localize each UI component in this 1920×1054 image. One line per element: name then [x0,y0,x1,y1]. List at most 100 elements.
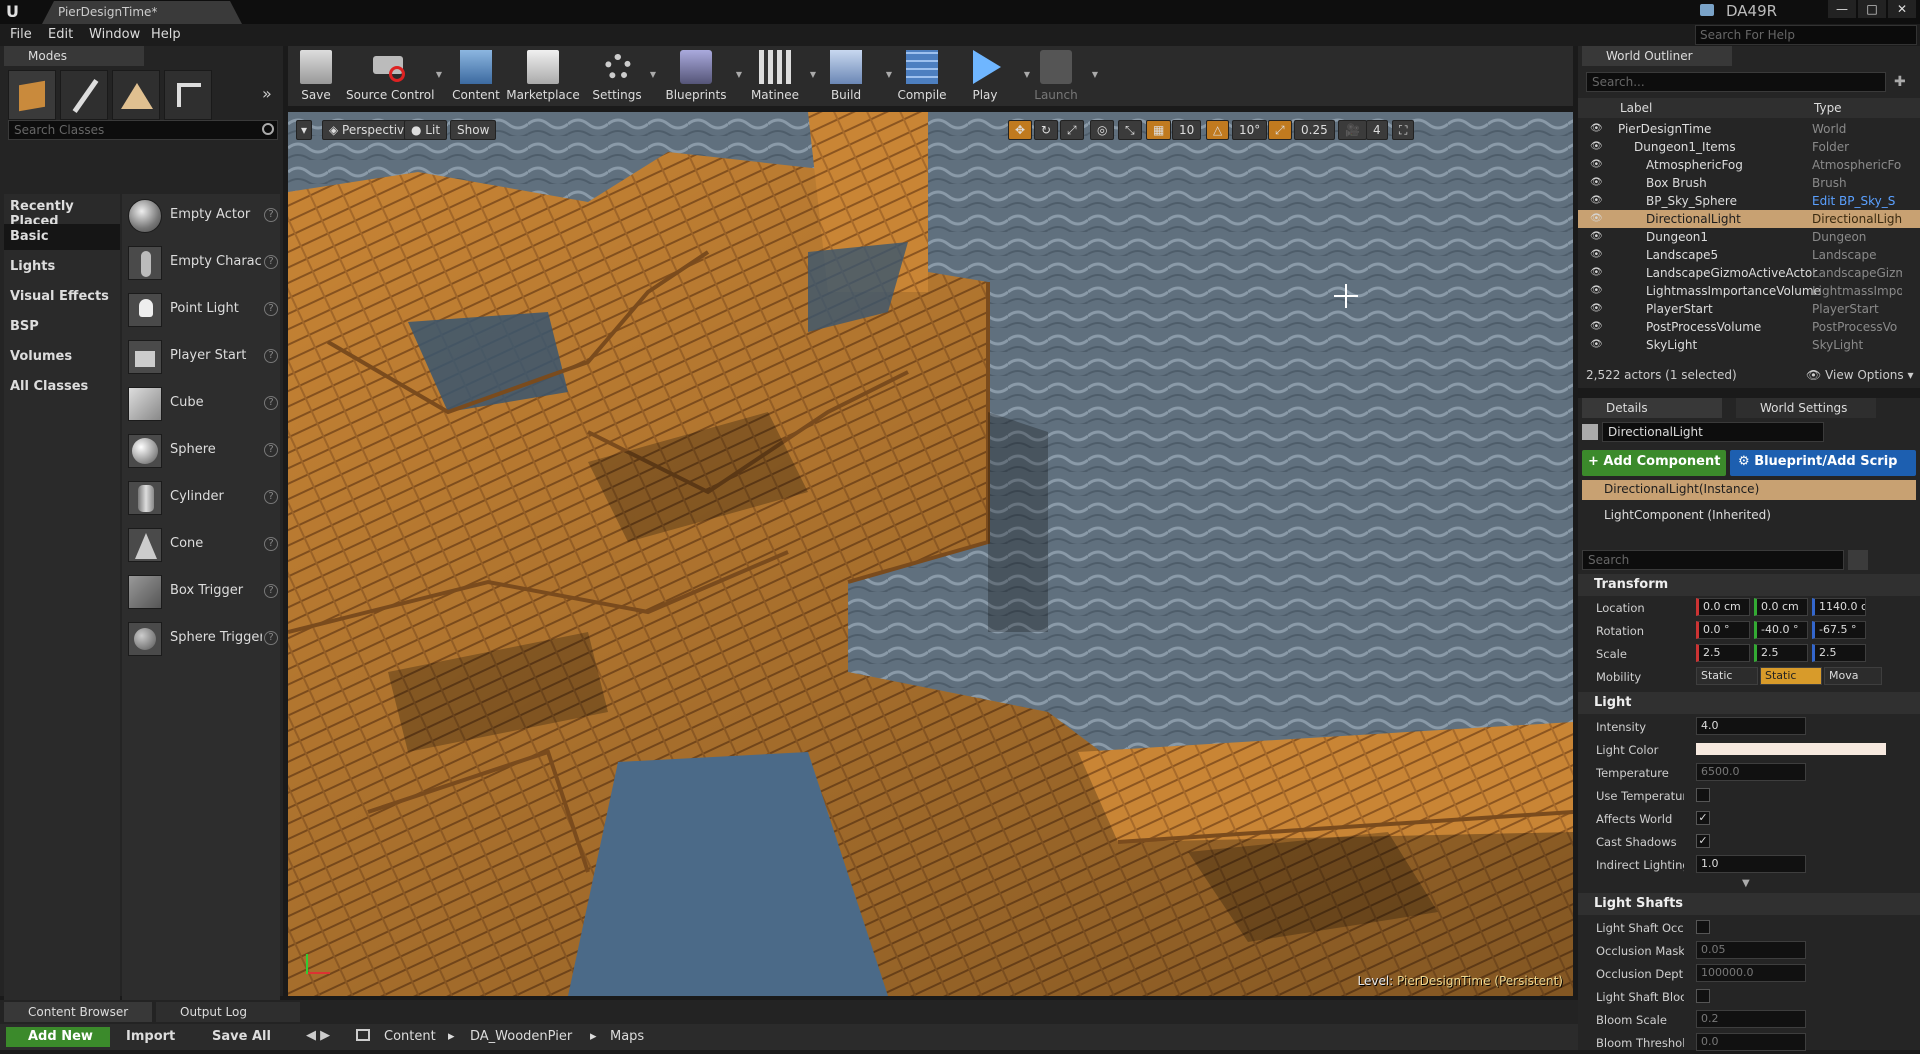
outliner-row[interactable]: 👁 Landscape5 Landscape [1578,246,1920,264]
occlusion-depth-field[interactable]: 100000.0 [1696,964,1806,982]
outliner-row[interactable]: 👁 Dungeon1 Dungeon [1578,228,1920,246]
import-button[interactable]: Import [126,1029,175,1044]
back-icon[interactable]: ◀ ▶ [306,1028,330,1043]
category-visual-effects[interactable]: Visual Effects [4,284,120,310]
visibility-eye-icon[interactable]: 👁 [1590,195,1604,206]
rotation-snap-value[interactable]: 10° [1232,120,1268,140]
paint-mode-icon[interactable] [60,70,108,120]
help-icon[interactable]: ? [264,302,278,316]
list-item[interactable]: Cylinder? [126,478,280,518]
category-bsp[interactable]: BSP [4,314,120,340]
breadcrumb-maps[interactable]: Maps [610,1029,644,1044]
rotation-x[interactable]: 0.0 ° [1696,621,1750,639]
location-z[interactable]: 1140.0 cn [1812,598,1866,616]
scale-snap-value[interactable]: 0.25 [1294,120,1335,140]
menu-file[interactable]: File [10,27,32,42]
rotate-icon[interactable]: ↻ [1034,120,1059,140]
breadcrumb-da-woodenpier[interactable]: DA_WoodenPier [470,1029,572,1044]
maximize-viewport-icon[interactable]: ⛶ [1392,120,1415,140]
occlusion-mask-field[interactable]: 0.05 [1696,941,1806,959]
add-component-button[interactable]: + Add Component [1582,450,1726,476]
close-icon[interactable]: ✕ [1888,0,1916,18]
help-icon[interactable]: ? [264,443,278,457]
visibility-eye-icon[interactable]: 👁 [1590,267,1604,278]
show-button[interactable]: Show [450,120,497,140]
menu-window[interactable]: Window [89,27,140,42]
list-item[interactable]: Empty Charact? [126,243,280,283]
modes-tab[interactable]: Modes [4,46,144,66]
outliner-row[interactable]: 👁 PostProcessVolume PostProcessVo [1578,318,1920,336]
level-viewport[interactable]: ▾ ◈ Perspective ● Lit Show ✥ ↻ ⤢ ◎ ⤡ ▦ 1… [288,112,1573,996]
bloom-threshold-field[interactable]: 0.0 [1696,1033,1806,1051]
help-icon[interactable]: ? [264,255,278,269]
help-icon[interactable]: ? [264,349,278,363]
visibility-eye-icon[interactable]: 👁 [1590,339,1604,350]
list-item[interactable]: Cone? [126,525,280,565]
visibility-eye-icon[interactable]: 👁 [1590,177,1604,188]
column-label[interactable]: Label [1620,101,1652,115]
column-type[interactable]: Type [1814,101,1842,115]
mobility-movable[interactable]: Mova [1824,667,1882,685]
source-control-button[interactable]: Source Control ▼ [346,46,442,106]
world-outliner-tab[interactable]: World Outliner [1582,46,1732,66]
place-mode-icon[interactable] [8,70,56,120]
temperature-field[interactable]: 6500.0 [1696,763,1806,781]
rotation-snap-icon[interactable]: △ [1206,120,1230,140]
prop-label[interactable]: Rotation [1596,624,1684,638]
list-item[interactable]: Empty Actor? [126,196,280,236]
category-recently-placed[interactable]: Recently Placed [4,194,120,229]
outliner-row[interactable]: 👁 BP_Sky_Sphere Edit BP_Sky_S [1578,192,1920,210]
outliner-row[interactable]: 👁 PierDesignTime World [1578,120,1920,138]
compile-button[interactable]: Compile [892,46,952,106]
maximize-icon[interactable]: □ [1858,0,1886,18]
cast-shadows-checkbox[interactable]: ✓ [1696,834,1710,848]
breadcrumb-content[interactable]: Content [384,1029,436,1044]
help-icon[interactable]: ? [264,396,278,410]
shaft-occlusion-checkbox[interactable] [1696,920,1710,934]
instance-row[interactable]: DirectionalLight(Instance) [1582,480,1916,500]
list-item[interactable]: Box Trigger? [126,572,280,612]
category-lights[interactable]: Lights [4,254,120,280]
marketplace-button[interactable]: Marketplace [506,46,580,106]
use-temperature-checkbox[interactable] [1696,788,1710,802]
help-icon[interactable]: ? [264,584,278,598]
visibility-eye-icon[interactable]: 👁 [1590,249,1604,260]
transform-section[interactable]: Transform [1578,574,1920,596]
save-button[interactable]: Save [292,46,340,106]
dropdown-arrow-icon[interactable]: ▼ [736,70,742,79]
list-item[interactable]: Sphere Trigger? [126,619,280,659]
light-color-swatch[interactable] [1696,743,1886,755]
world-settings-tab[interactable]: World Settings [1736,398,1876,418]
outliner-row[interactable]: 👁 SkyLight SkyLight [1578,336,1920,354]
category-all-classes[interactable]: All Classes [4,374,120,400]
category-volumes[interactable]: Volumes [4,344,120,370]
visibility-eye-icon[interactable]: 👁 [1590,303,1604,314]
rotation-z[interactable]: -67.5 ° [1812,621,1866,639]
outliner-add-icon[interactable]: ✚ [1894,74,1914,90]
list-item[interactable]: Player Start? [126,337,280,377]
dropdown-arrow-icon[interactable]: ▼ [1092,70,1098,79]
intensity-field[interactable]: 4.0 [1696,717,1806,735]
outliner-row[interactable]: 👁 Dungeon1_Items Folder [1578,138,1920,156]
settings-button[interactable]: Settings ▼ [588,46,656,106]
list-item[interactable]: Sphere? [126,431,280,471]
visibility-eye-icon[interactable]: 👁 [1590,231,1604,242]
visibility-eye-icon[interactable]: 👁 [1590,321,1604,332]
visibility-eye-icon[interactable]: 👁 [1590,141,1604,152]
geometry-mode-icon[interactable] [164,70,212,120]
output-log-tab[interactable]: Output Log [156,1002,300,1022]
minimize-icon[interactable]: — [1828,0,1856,18]
outliner-row[interactable]: 👁 AtmosphericFog AtmosphericFo [1578,156,1920,174]
build-button[interactable]: Build ▼ [818,46,892,106]
visibility-eye-icon[interactable]: 👁 [1590,213,1604,224]
search-classes-input[interactable]: Search Classes [8,120,278,140]
component-row[interactable]: LightComponent (Inherited) [1582,506,1916,526]
matinee-button[interactable]: Matinee ▼ [744,46,816,106]
outliner-row-type[interactable]: Edit BP_Sky_S [1812,194,1902,208]
prop-label[interactable]: Scale [1596,647,1684,661]
camera-speed-icon[interactable]: 🎥 [1338,120,1367,140]
lit-button[interactable]: ● Lit [404,120,448,140]
launch-button[interactable]: Launch ▼ [1028,46,1098,106]
viewport-options-icon[interactable]: ▾ [296,120,313,140]
details-search-input[interactable]: Search [1582,550,1844,570]
